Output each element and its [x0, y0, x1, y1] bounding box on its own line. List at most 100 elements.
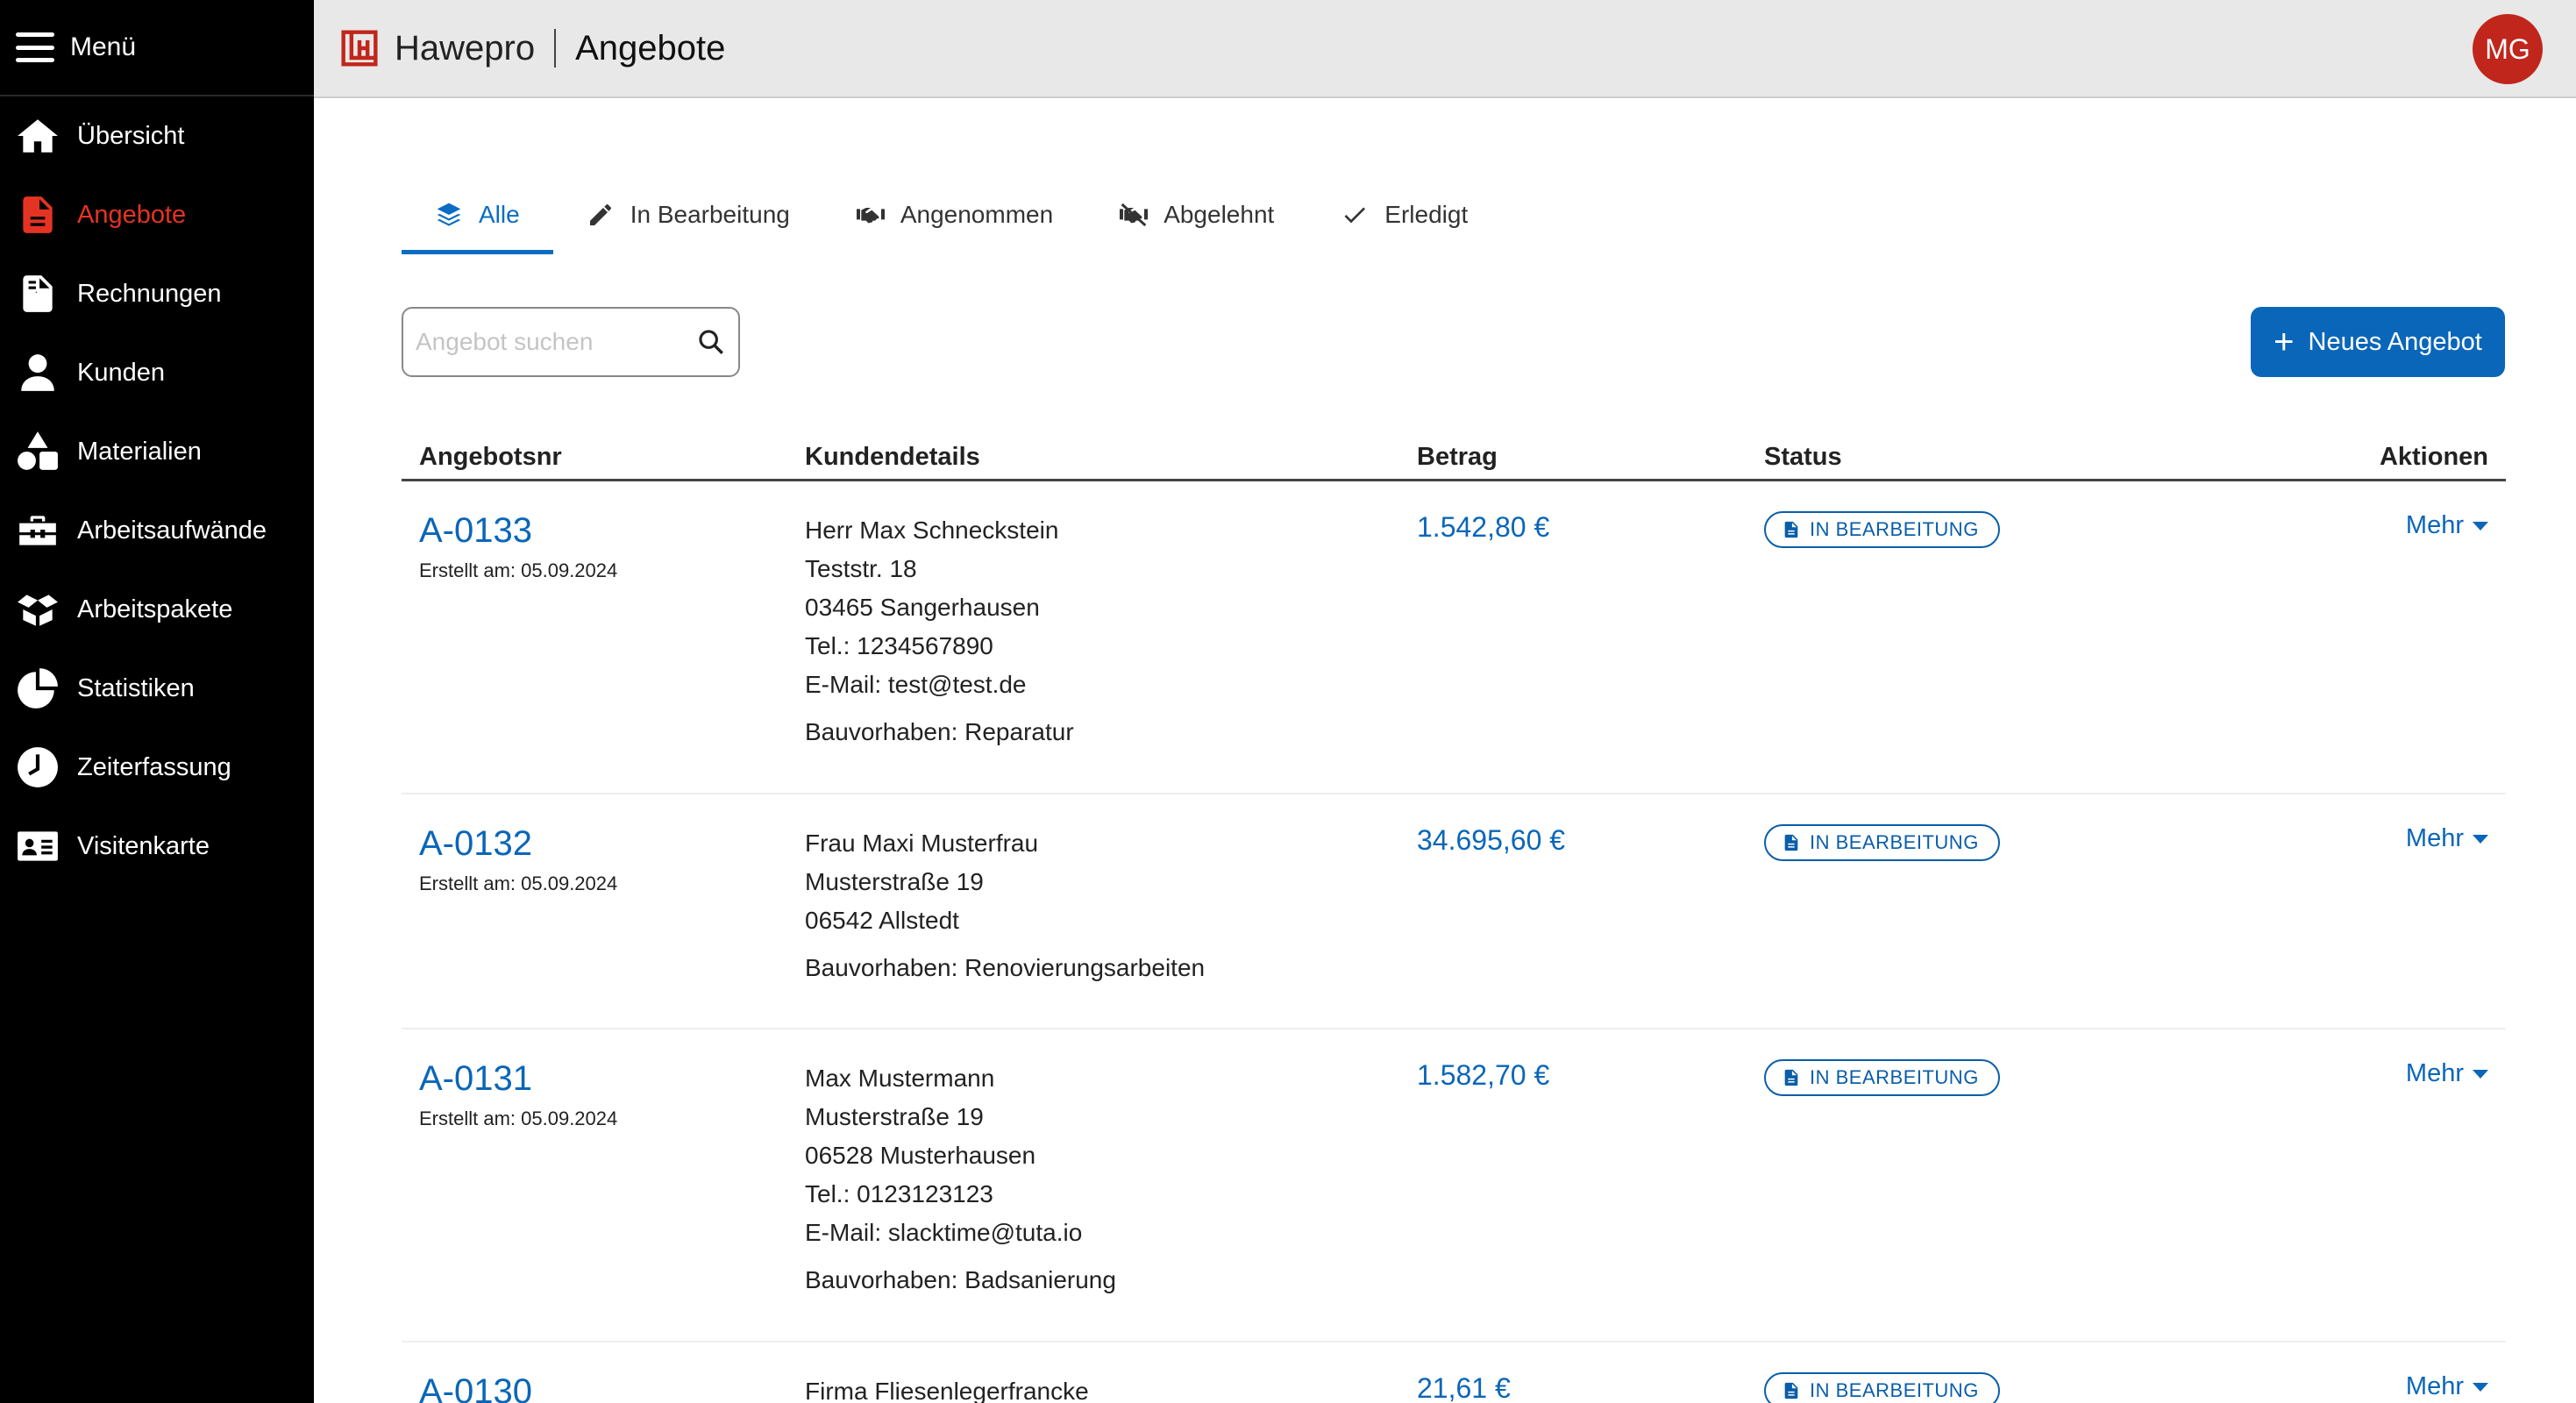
menu-toggle[interactable]: Menü	[0, 0, 314, 96]
customer-line: 03465 Sangerhausen	[805, 594, 1040, 621]
tab-label: Erledigt	[1384, 201, 1469, 228]
plus-icon: +	[2274, 323, 2295, 361]
more-dropdown[interactable]: Mehr	[2406, 1059, 2488, 1088]
status-badge: IN BEARBEITUNG	[1764, 824, 2000, 861]
tab-abgelehnt[interactable]: Abgelehnt	[1086, 175, 1307, 254]
created-date: Erstellt am: 05.09.2024	[419, 872, 618, 894]
tab-in-bearbeitung[interactable]: In Bearbeitung	[553, 175, 823, 254]
more-dropdown[interactable]: Mehr	[2406, 824, 2488, 853]
document-icon	[1784, 521, 1798, 538]
page-title: Angebote	[575, 28, 726, 68]
status-badge: IN BEARBEITUNG	[1764, 511, 2000, 548]
table-row: A-0130 Firma Fliesenlegerfrancke 21,61 €…	[402, 1342, 2506, 1403]
column-header-status[interactable]: Status	[1764, 443, 2220, 472]
column-header-betrag[interactable]: Betrag	[1417, 443, 1764, 472]
sidebar-item-label: Übersicht	[77, 121, 185, 150]
sidebar-item-label: Angebote	[77, 200, 187, 229]
clock-icon	[14, 744, 61, 791]
column-header-kundendetails[interactable]: Kundendetails	[805, 443, 1417, 472]
handshake-icon	[856, 208, 885, 224]
status-text: IN BEARBEITUNG	[1810, 1379, 1979, 1401]
bauvorhaben: Bauvorhaben: Badsanierung	[805, 1266, 1116, 1293]
brand-name: Hawepro	[395, 28, 536, 68]
amount: 34.695,60 €	[1417, 824, 1566, 856]
sidebar-item-kunden[interactable]: Kunden	[0, 333, 314, 412]
tab-angenommen[interactable]: Angenommen	[823, 175, 1086, 254]
amount: 21,61 €	[1417, 1372, 1511, 1403]
search-box	[402, 307, 740, 377]
sidebar-item-uebersicht[interactable]: Übersicht	[0, 96, 314, 175]
offer-number-link[interactable]: A-0132	[419, 824, 805, 864]
caret-down-icon	[2473, 1069, 2488, 1079]
table-row: A-0133 Erstellt am: 05.09.2024 Herr Max …	[402, 481, 2506, 794]
caret-down-icon	[2473, 834, 2488, 844]
sidebar-item-label: Arbeitspakete	[77, 595, 233, 623]
offer-number-link[interactable]: A-0130	[419, 1372, 805, 1403]
new-offer-button[interactable]: + Neues Angebot	[2251, 307, 2505, 377]
customer-line: 06542 Allstedt	[805, 907, 959, 934]
sidebar-item-visitenkarte[interactable]: Visitenkarte	[0, 807, 314, 886]
search-icon[interactable]	[696, 327, 726, 357]
document-icon	[1784, 1069, 1798, 1086]
sidebar-item-label: Rechnungen	[77, 279, 222, 308]
sidebar-item-zeiterfassung[interactable]: Zeiterfassung	[0, 728, 314, 807]
handshake-slash-icon	[1120, 203, 1149, 227]
status-text: IN BEARBEITUNG	[1810, 831, 1979, 853]
customer-line: Musterstraße 19	[805, 1103, 984, 1130]
offer-number-link[interactable]: A-0131	[419, 1059, 805, 1099]
offer-number-link[interactable]: A-0133	[419, 511, 805, 551]
customer-details: Herr Max Schneckstein Teststr. 18 03465 …	[805, 511, 1417, 793]
customer-line: Tel.: 0123123123	[805, 1180, 993, 1207]
tab-alle[interactable]: Alle	[402, 175, 553, 254]
tab-label: Alle	[479, 201, 520, 228]
layers-icon	[437, 203, 461, 226]
sidebar-item-angebote[interactable]: Angebote	[0, 175, 314, 254]
more-label: Mehr	[2405, 824, 2464, 852]
tab-label: Abgelehnt	[1163, 201, 1275, 228]
menu-label: Menü	[70, 32, 137, 61]
offers-table: Angebotsnr Kundendetails Betrag Status A…	[402, 443, 2506, 1403]
status-badge: IN BEARBEITUNG	[1764, 1059, 2000, 1096]
created-date: Erstellt am: 05.09.2024	[419, 1107, 618, 1129]
search-input[interactable]	[416, 328, 679, 356]
new-offer-label: Neues Angebot	[2308, 327, 2482, 356]
sidebar-item-label: Materialien	[77, 437, 202, 466]
sidebar: Menü Übersicht Angebote Rechnungen Kunde…	[0, 0, 314, 1403]
more-dropdown[interactable]: Mehr	[2406, 1372, 2488, 1401]
customer-line: 06528 Musterhausen	[805, 1142, 1036, 1169]
pie-chart-icon	[14, 665, 61, 712]
table-row: A-0132 Erstellt am: 05.09.2024 Frau Maxi…	[402, 794, 2506, 1029]
sidebar-item-statistiken[interactable]: Statistiken	[0, 649, 314, 728]
sidebar-item-arbeitsaufwaende[interactable]: Arbeitsaufwände	[0, 491, 314, 570]
column-header-aktionen: Aktionen	[2379, 443, 2488, 471]
sidebar-item-label: Visitenkarte	[77, 831, 210, 860]
sidebar-item-label: Zeiterfassung	[77, 752, 231, 781]
user-avatar[interactable]: MG	[2473, 14, 2543, 84]
amount: 1.582,70 €	[1417, 1059, 1550, 1091]
id-card-icon	[14, 823, 61, 870]
amount: 1.542,80 €	[1417, 511, 1550, 543]
sidebar-item-materialien[interactable]: Materialien	[0, 412, 314, 491]
sidebar-item-arbeitspakete[interactable]: Arbeitspakete	[0, 570, 314, 649]
column-header-angebotsnr[interactable]: Angebotsnr	[402, 443, 805, 472]
document-icon	[1784, 834, 1798, 851]
customer-line: E-Mail: slacktime@tuta.io	[805, 1219, 1083, 1246]
customer-details: Firma Fliesenlegerfrancke	[805, 1372, 1417, 1403]
status-badge: IN BEARBEITUNG	[1764, 1372, 2000, 1403]
customer-line: Musterstraße 19	[805, 868, 984, 895]
document-icon	[1784, 1382, 1798, 1399]
tab-erledigt[interactable]: Erledigt	[1307, 175, 1501, 254]
bauvorhaben: Bauvorhaben: Renovierungsarbeiten	[805, 954, 1206, 981]
table-row: A-0131 Erstellt am: 05.09.2024 Max Muste…	[402, 1029, 2506, 1342]
customer-line: Frau Maxi Musterfrau	[805, 830, 1039, 857]
sidebar-item-rechnungen[interactable]: Rechnungen	[0, 254, 314, 333]
top-header: Hawepro Angebote MG	[314, 0, 2576, 98]
pencil-icon	[589, 204, 611, 225]
sidebar-item-label: Arbeitsaufwände	[77, 516, 267, 545]
home-icon	[14, 112, 61, 160]
customer-line: Max Mustermann	[805, 1065, 995, 1092]
more-label: Mehr	[2405, 1059, 2464, 1087]
filter-tabs: Alle In Bearbeitung Angenommen Abgelehnt…	[402, 175, 1501, 254]
more-dropdown[interactable]: Mehr	[2406, 511, 2488, 540]
customer-line: E-Mail: test@test.de	[805, 671, 1027, 698]
